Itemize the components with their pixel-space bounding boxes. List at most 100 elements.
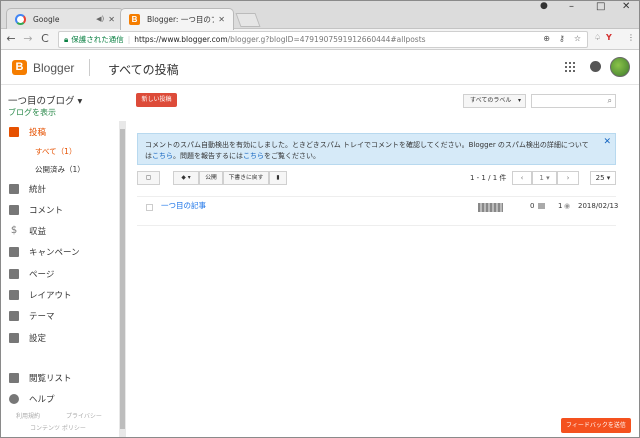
speaker-icon[interactable]: ◀) (96, 15, 104, 23)
brand-name[interactable]: Blogger (33, 61, 74, 75)
close-tab-icon[interactable]: ✕ (108, 15, 115, 24)
new-post-button[interactable]: 新しい投稿 (136, 93, 177, 107)
url-text[interactable]: https://www.blogger.com/blogger.g?blogID… (134, 35, 425, 44)
pages-icon (9, 269, 19, 279)
sidebar-item-label: コメント (29, 206, 64, 216)
sidebar-item-layout[interactable]: レイアウト (0, 287, 118, 303)
sidebar-item-posts[interactable]: 投稿 (0, 124, 118, 140)
close-tab-icon[interactable]: ✕ (218, 15, 225, 24)
sidebar-item-label: キャンペーン (29, 248, 80, 258)
browser-toolbar: ← → C 🔒︎ 保護された通信 | https://www.blogger.c… (0, 29, 640, 50)
avatar[interactable] (610, 57, 630, 77)
chevron-down-icon: ▾ (517, 97, 521, 104)
key-icon[interactable]: ⚷ (559, 34, 565, 43)
menu-icon[interactable]: ⋮ (627, 33, 635, 42)
sidebar-item-label: 閲覧リスト (29, 374, 72, 384)
dollar-icon: $ (10, 225, 18, 236)
forward-button[interactable]: → (21, 32, 35, 46)
next-page-button[interactable]: › (557, 171, 579, 185)
sidebar-item-pages[interactable]: ページ (0, 266, 118, 282)
sidebar-item-label: 投稿 (29, 128, 47, 138)
sidebar-item-campaigns[interactable]: キャンペーン (0, 244, 118, 260)
layout-icon (9, 290, 19, 300)
sidebar-item-theme[interactable]: テーマ (0, 308, 118, 324)
eye-icon: ◉ (564, 202, 571, 210)
content-policy-link[interactable]: コンテンツ ポリシー (30, 423, 86, 432)
sidebar-subitem-published[interactable]: 公開済み（1） (35, 164, 85, 175)
sidebar-item-reading-list[interactable]: 閲覧リスト (0, 370, 118, 386)
sidebar-item-help[interactable]: ヘルプ (0, 391, 118, 407)
chevron-right-icon: › (566, 174, 570, 182)
url-path: /blogger.g?blogID=4791907591912660444#al… (227, 35, 426, 44)
new-tab-button[interactable] (235, 13, 261, 27)
table-row: 一つ目の記事 0 1 ◉ 2018/02/13 (137, 196, 619, 226)
sidebar-item-stats[interactable]: 統計 (0, 181, 118, 197)
profile-icon[interactable]: ● (540, 1, 548, 11)
author-name-blurred (478, 203, 503, 212)
sidebar-item-label: 統計 (29, 185, 47, 195)
feedback-button[interactable]: フィードバックを送信 (561, 418, 631, 433)
minimize-button[interactable]: – (569, 1, 574, 12)
sidebar: 一つ目のブログ ▾ ブログを表示 投稿 すべて（1） 公開済み（1） 統計 コメ… (0, 86, 128, 438)
sidebar-item-label: 収益 (29, 227, 47, 237)
extension-icon[interactable]: ♤ (594, 33, 601, 42)
secure-label: 保護された通信 (71, 35, 124, 44)
terms-link[interactable]: 利用規約 (16, 411, 40, 420)
sidebar-item-label: レイアウト (29, 291, 72, 301)
blog-selector[interactable]: 一つ目のブログ ▾ (8, 93, 82, 107)
select-all-checkbox[interactable]: ▢ (137, 171, 160, 185)
campaign-icon (9, 247, 19, 257)
browser-tab-strip: Google ◀) ✕ B Blogger: 一つ目のブログ - ✕ ● – □… (0, 0, 640, 30)
post-checkbox[interactable] (146, 204, 153, 211)
notice-link-details[interactable]: こちら (152, 152, 173, 160)
sidebar-item-settings[interactable]: 設定 (0, 330, 118, 346)
blogger-logo-icon[interactable]: B (12, 60, 27, 75)
apps-grid-icon[interactable] (565, 62, 575, 72)
label-filter-value: すべてのラベル (470, 97, 512, 104)
blogger-header: B Blogger すべての投稿 (0, 51, 640, 85)
address-bar[interactable]: 🔒︎ 保護された通信 | https://www.blogger.com/blo… (58, 31, 588, 48)
tab-google[interactable]: Google ◀) ✕ (6, 8, 124, 29)
spam-notice: コメントのスパム自動検出を有効にしました。ときどきスパム トレイでコメントを確認… (137, 133, 616, 165)
comment-icon (9, 205, 19, 215)
per-page-select[interactable]: 25 ▾ (590, 171, 616, 185)
sidebar-subitem-all[interactable]: すべて（1） (35, 146, 76, 157)
tab-blogger[interactable]: B Blogger: 一つ目のブログ - ✕ (120, 8, 234, 30)
sidebar-item-earnings[interactable]: $ 収益 (0, 223, 118, 239)
zoom-icon[interactable]: ⊕ (543, 34, 550, 43)
maximize-button[interactable]: □ (596, 1, 605, 12)
gear-icon (9, 333, 19, 343)
publish-button[interactable]: 公開 (199, 171, 223, 185)
sidebar-item-label: 設定 (29, 334, 47, 344)
close-icon[interactable]: ✕ (603, 137, 611, 148)
notice-text: をご覧ください。 (264, 152, 320, 160)
notifications-icon[interactable] (590, 61, 601, 72)
privacy-link[interactable]: プライバシー (66, 411, 102, 420)
scrollbar-thumb[interactable] (120, 129, 125, 429)
star-icon[interactable]: ☆ (574, 34, 581, 43)
comment-icon (538, 203, 545, 209)
label-menu-button[interactable]: ◆ ▾ (173, 171, 199, 185)
yahoo-extension-icon[interactable]: Y (606, 33, 612, 42)
delete-button[interactable]: ▮ (269, 171, 287, 185)
search-input[interactable]: ⌕ (531, 94, 616, 108)
search-icon[interactable]: ⌕ (608, 96, 612, 106)
label-filter-select[interactable]: すべてのラベル ▾ (463, 94, 526, 108)
close-window-button[interactable]: ✕ (622, 1, 630, 12)
trash-icon: ▮ (276, 175, 280, 181)
sidebar-item-comments[interactable]: コメント (0, 202, 118, 218)
reload-button[interactable]: C (38, 32, 52, 46)
page-select[interactable]: 1 ▾ (532, 171, 557, 185)
back-button[interactable]: ← (4, 32, 18, 46)
posts-icon (9, 127, 19, 137)
post-title-link[interactable]: 一つ目の記事 (161, 200, 206, 211)
notice-link-report[interactable]: こちら (243, 152, 264, 160)
sidebar-scrollbar[interactable] (119, 121, 126, 438)
per-page-value: 25 (595, 174, 605, 182)
stats-icon (9, 184, 19, 194)
view-blog-link[interactable]: ブログを表示 (8, 107, 56, 118)
prev-page-button[interactable]: ‹ (512, 171, 532, 185)
post-date: 2018/02/13 (578, 202, 619, 210)
revert-draft-button[interactable]: 下書きに戻す (223, 171, 269, 185)
sidebar-item-label: ヘルプ (29, 395, 55, 405)
